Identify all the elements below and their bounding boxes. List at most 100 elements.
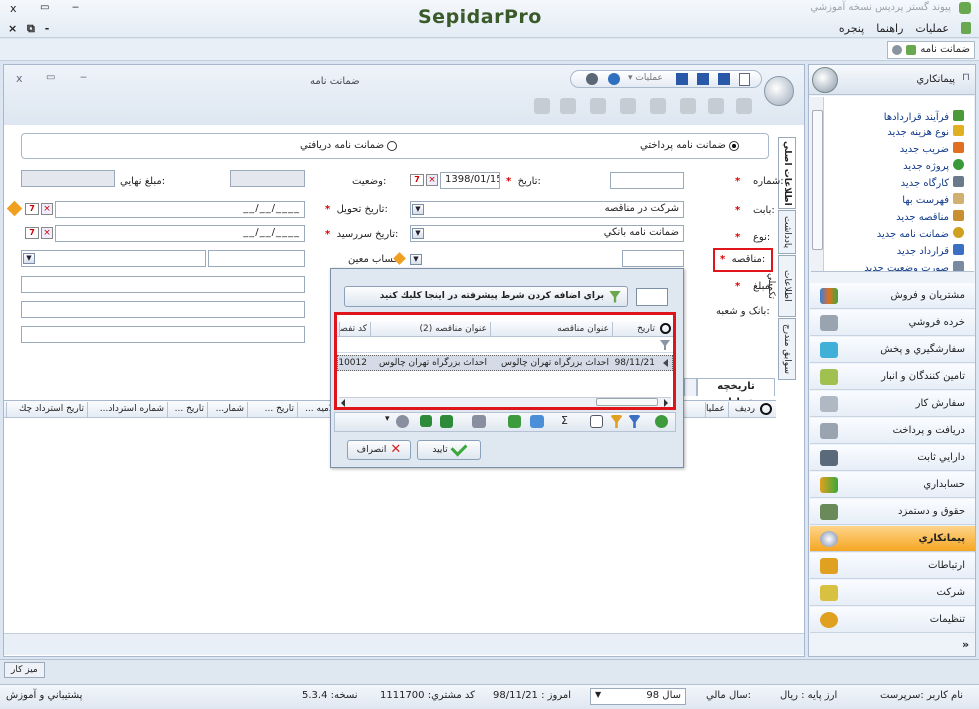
- tender-input[interactable]: [622, 250, 684, 267]
- module-settings[interactable]: تنظيمات: [810, 607, 975, 633]
- last-icon[interactable]: [736, 98, 752, 114]
- refresh-icon[interactable]: [655, 415, 668, 428]
- tab-main-info[interactable]: اطلاعات اصلي: [778, 137, 796, 209]
- tab-extra-info[interactable]: اطلاعات تکميلي: [766, 255, 796, 317]
- module-contracting[interactable]: پيمانکاري: [810, 526, 975, 552]
- history-col-op[interactable]: عمليا: [705, 402, 728, 417]
- popup-col-title[interactable]: عنوان مناقصه: [490, 322, 612, 337]
- status-support[interactable]: پشتيباني و آموزش: [6, 690, 82, 701]
- tree-item-3[interactable]: پروژه جديد: [834, 159, 964, 173]
- popup-search-icon[interactable]: [660, 323, 671, 334]
- excel-icon[interactable]: [440, 415, 453, 428]
- more-icon[interactable]: ▾: [385, 414, 390, 424]
- save-new-icon[interactable]: [718, 73, 730, 85]
- next-icon[interactable]: [534, 98, 550, 114]
- mdi-controls[interactable]: × ⧉ -: [8, 22, 52, 36]
- due-calendar-icon[interactable]: 7: [25, 227, 39, 239]
- module-fixed-assets[interactable]: دارايي ثابت: [810, 445, 975, 471]
- popup-col-code[interactable]: كد تفصيل: [339, 322, 370, 337]
- module-sales[interactable]: مشتريان و فروش: [810, 283, 975, 309]
- radio-payment[interactable]: ضمانت نامه پرداختي: [640, 140, 739, 151]
- columns-icon[interactable]: [508, 415, 521, 428]
- tree-item-7[interactable]: ضمانت نامه جديد: [834, 227, 964, 241]
- history-tab-2[interactable]: [684, 378, 697, 396]
- bank-field-b[interactable]: [21, 326, 305, 343]
- module-retail[interactable]: خرده فروشي: [810, 310, 975, 336]
- tab-notes[interactable]: يادداشت: [778, 210, 796, 254]
- due-clear-icon[interactable]: ×: [41, 227, 53, 239]
- history-col-6[interactable]: تاريخ ...: [167, 402, 207, 417]
- fit-columns-icon[interactable]: [530, 415, 544, 428]
- module-work-order[interactable]: سفارش کار: [810, 391, 975, 417]
- tab-records[interactable]: سوابق مندرج: [778, 318, 796, 380]
- actions-menu[interactable]: ▾ عمليات: [628, 73, 663, 83]
- form-minimize-button[interactable]: ‒: [80, 70, 87, 83]
- radio-receipt[interactable]: ضمانت نامه دريافتي: [300, 140, 398, 151]
- clear-date-icon[interactable]: ×: [426, 174, 438, 186]
- due-date-input[interactable]: __/__/____: [55, 225, 305, 242]
- advanced-filter-button[interactable]: براي اضافه كردن شرط پيشرفته در اينجا كلي…: [344, 286, 628, 307]
- tree-item-9[interactable]: صورت وضعيت جديد: [834, 261, 964, 271]
- sidebar-pin-icon[interactable]: ⊓: [962, 72, 970, 83]
- scroll-right-icon[interactable]: [664, 399, 668, 407]
- tree-item-6[interactable]: مناقصه جديد: [834, 210, 964, 224]
- account-select-dropdown-icon[interactable]: ▼: [23, 253, 35, 264]
- sum-icon[interactable]: Σ: [558, 414, 571, 428]
- ok-button[interactable]: تاييد: [417, 439, 481, 460]
- tree-item-1[interactable]: نوع هزينه جديد: [834, 125, 964, 139]
- module-payroll[interactable]: حقوق و دستمزد: [810, 499, 975, 525]
- menu-operations[interactable]: عمليات: [915, 22, 949, 35]
- tools-icon[interactable]: [586, 73, 598, 85]
- delivery-date-input[interactable]: __/__/____: [55, 201, 305, 218]
- module-communications[interactable]: ارتباطات: [810, 553, 975, 579]
- cancel-button[interactable]: ✕ انصراف: [347, 440, 411, 460]
- date-input[interactable]: 1398/01/15: [440, 172, 500, 189]
- form-restore-button[interactable]: ▭: [46, 72, 55, 83]
- options-icon[interactable]: [396, 415, 409, 428]
- desk-button[interactable]: ميز كار: [4, 662, 45, 678]
- doc-tab-close-icon[interactable]: [892, 45, 903, 55]
- bank-field-a[interactable]: [21, 301, 305, 318]
- save-icon[interactable]: [676, 73, 688, 85]
- tree-item-8[interactable]: قرارداد جديد: [834, 244, 964, 258]
- amount-field-a[interactable]: [21, 276, 305, 293]
- tree-item-2[interactable]: ضريب جديد: [834, 142, 964, 156]
- sidebar-expand-icon[interactable]: »: [962, 638, 969, 651]
- fiscal-year-select[interactable]: سال 98 ▼: [590, 688, 686, 705]
- attach-icon[interactable]: [680, 98, 696, 114]
- printer-icon[interactable]: [472, 415, 486, 428]
- module-ordering[interactable]: سفارشگيري و پخش: [810, 337, 975, 363]
- prev-icon[interactable]: [560, 98, 576, 114]
- module-suppliers[interactable]: تامين کنندگان و انبار: [810, 364, 975, 390]
- export-icon[interactable]: [420, 415, 432, 427]
- delivery-clear-icon[interactable]: ×: [41, 203, 53, 215]
- close-app-button[interactable]: x: [10, 2, 17, 15]
- type-dropdown-icon[interactable]: ▼: [412, 228, 424, 239]
- help-icon[interactable]: [608, 73, 620, 85]
- module-treasury[interactable]: دريافت و پرداخت: [810, 418, 975, 444]
- scroll-left-icon[interactable]: [341, 399, 345, 407]
- popup-col-title2[interactable]: عنوان مناقصه (2): [370, 322, 490, 337]
- module-company[interactable]: شرکت: [810, 580, 975, 606]
- module-accounting[interactable]: حسابداري: [810, 472, 975, 498]
- account-input-2[interactable]: [208, 250, 305, 267]
- history-col-8[interactable]: تاريخ استرداد چك: [6, 402, 87, 417]
- popup-filter-row[interactable]: [337, 338, 673, 353]
- reason-dropdown-icon[interactable]: ▼: [412, 204, 424, 215]
- history-col-4[interactable]: تاريخ ...: [247, 402, 297, 417]
- history-tab[interactable]: تاريخچه عمليات: [697, 378, 775, 408]
- menu-help[interactable]: راهنما: [876, 22, 903, 35]
- tree-scroll-thumb[interactable]: [812, 110, 823, 250]
- reason-select[interactable]: شرکت در مناقصه: [410, 201, 684, 218]
- tree-item-4[interactable]: کارگاه جديد: [834, 176, 964, 190]
- popup-hscroll-thumb[interactable]: [596, 398, 658, 406]
- group-icon[interactable]: [590, 415, 603, 428]
- restore-app-button[interactable]: ▭: [40, 2, 49, 13]
- new-doc-icon[interactable]: [739, 73, 750, 86]
- tree-item-5[interactable]: فهرست بها: [834, 193, 964, 207]
- calendar-icon[interactable]: 7: [410, 174, 424, 186]
- doc-tab[interactable]: ضمانت نامه: [887, 41, 975, 59]
- form-close-button[interactable]: x: [16, 72, 23, 85]
- type-select[interactable]: ضمانت نامه بانکي: [410, 225, 684, 242]
- account-input-1[interactable]: [21, 250, 206, 267]
